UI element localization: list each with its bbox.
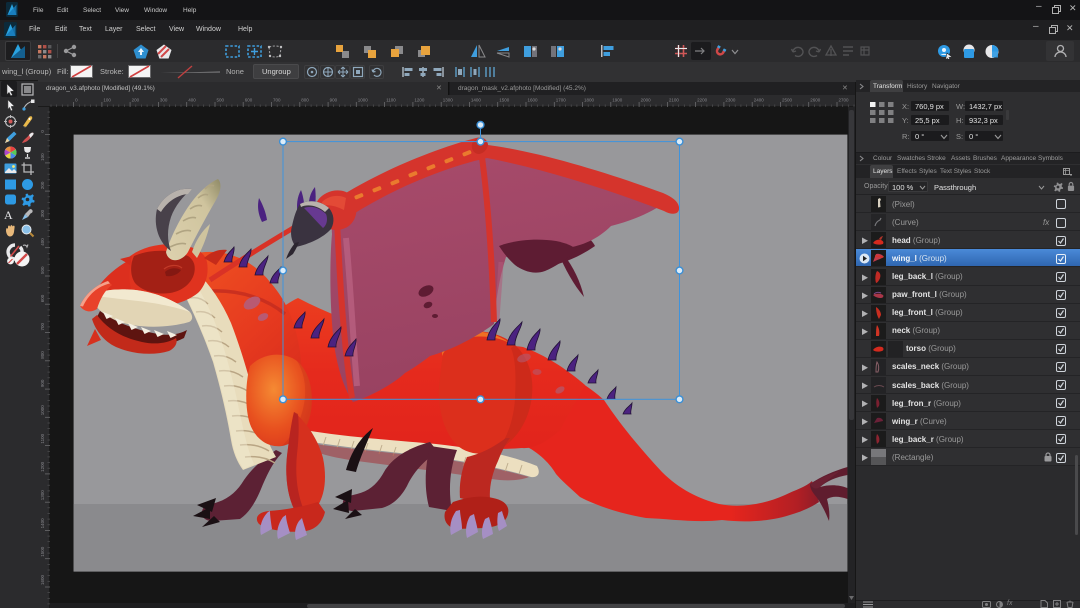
svg-text:1000: 1000	[40, 405, 45, 416]
svg-text:0: 0	[40, 130, 45, 133]
svg-text:2000: 2000	[641, 98, 652, 103]
svg-text:0: 0	[75, 98, 78, 103]
svg-text:1500: 1500	[499, 98, 510, 103]
svg-text:1700: 1700	[556, 98, 567, 103]
svg-text:900: 900	[330, 98, 338, 103]
svg-text:1100: 1100	[386, 98, 396, 103]
svg-text:2200: 2200	[697, 98, 708, 103]
svg-text:1200: 1200	[414, 98, 425, 103]
svg-text:2100: 2100	[669, 98, 680, 103]
svg-text:200: 200	[40, 181, 45, 189]
svg-text:700: 700	[40, 322, 45, 330]
svg-text:800: 800	[301, 98, 309, 103]
svg-text:1300: 1300	[443, 98, 454, 103]
svg-text:1200: 1200	[40, 461, 45, 472]
svg-text:1500: 1500	[40, 546, 45, 557]
svg-text:2600: 2600	[810, 98, 821, 103]
svg-text:100: 100	[40, 153, 45, 161]
svg-text:1800: 1800	[584, 98, 595, 103]
svg-text:2300: 2300	[725, 98, 736, 103]
svg-text:1600: 1600	[528, 98, 539, 103]
svg-text:100: 100	[103, 98, 111, 103]
svg-text:800: 800	[40, 351, 45, 359]
svg-text:1100: 1100	[40, 433, 45, 443]
svg-text:900: 900	[40, 379, 45, 387]
svg-text:600: 600	[245, 98, 253, 103]
svg-text:500: 500	[40, 266, 45, 274]
svg-text:300: 300	[40, 209, 45, 217]
svg-text:1400: 1400	[471, 98, 482, 103]
svg-text:1400: 1400	[40, 518, 45, 529]
svg-text:200: 200	[132, 98, 140, 103]
svg-text:700: 700	[273, 98, 281, 103]
svg-text:300: 300	[160, 98, 168, 103]
svg-text:2500: 2500	[782, 98, 793, 103]
svg-text:1600: 1600	[40, 574, 45, 585]
svg-text:400: 400	[188, 98, 196, 103]
svg-text:600: 600	[40, 294, 45, 302]
svg-text:1000: 1000	[358, 98, 369, 103]
svg-text:400: 400	[40, 238, 45, 246]
svg-text:A: A	[4, 208, 13, 222]
svg-text:1300: 1300	[40, 490, 45, 501]
svg-text:2400: 2400	[754, 98, 765, 103]
svg-text:2700: 2700	[839, 98, 850, 103]
svg-text:500: 500	[217, 98, 225, 103]
svg-text:1900: 1900	[612, 98, 623, 103]
